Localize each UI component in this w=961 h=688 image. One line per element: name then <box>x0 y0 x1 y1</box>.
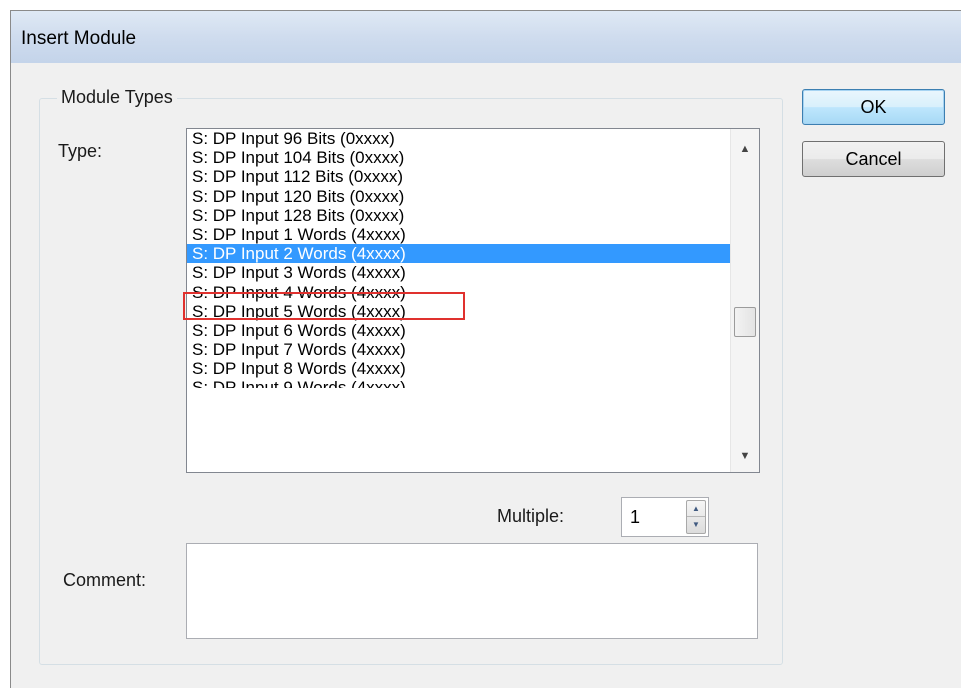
insert-module-dialog: Insert Module Module Types Type: S: DP I… <box>10 10 961 688</box>
comment-label: Comment: <box>63 570 147 590</box>
scroll-up-arrow-icon[interactable]: ▲ <box>731 137 759 161</box>
cancel-button[interactable]: Cancel <box>802 141 945 177</box>
type-list-item[interactable]: S: DP Input 9 Words (4xxxx) <box>187 378 730 388</box>
type-list-item[interactable]: S: DP Input 8 Words (4xxxx) <box>187 359 730 378</box>
selection-highlight-box <box>183 292 465 320</box>
type-list-item[interactable]: S: DP Input 112 Bits (0xxxx) <box>187 167 730 186</box>
spin-down-arrow-icon[interactable]: ▼ <box>687 517 705 532</box>
type-list-item[interactable]: S: DP Input 1 Words (4xxxx) <box>187 225 730 244</box>
window-title: Insert Module <box>21 28 137 49</box>
type-list-items: S: DP Input 96 Bits (0xxxx) S: DP Input 1… <box>187 129 730 388</box>
type-label: Type: <box>58 141 103 161</box>
comment-textarea[interactable] <box>186 543 758 639</box>
type-list-item[interactable]: S: DP Input 104 Bits (0xxxx) <box>187 148 730 167</box>
type-list-item[interactable]: S: DP Input 2 Words (4xxxx) <box>187 244 730 264</box>
multiple-spin-buttons[interactable]: ▲ ▼ <box>686 500 706 534</box>
type-list-item[interactable]: S: DP Input 96 Bits (0xxxx) <box>187 129 730 148</box>
vertical-scrollbar[interactable]: ▲ ▼ <box>730 129 759 472</box>
spin-up-arrow-icon[interactable]: ▲ <box>687 501 705 517</box>
type-list-item[interactable]: S: DP Input 3 Words (4xxxx) <box>187 263 730 282</box>
type-list-item[interactable]: S: DP Input 6 Words (4xxxx) <box>187 321 730 340</box>
scroll-down-arrow-icon[interactable]: ▼ <box>731 444 759 468</box>
type-list-item[interactable]: S: DP Input 120 Bits (0xxxx) <box>187 187 730 206</box>
multiple-value[interactable]: 1 <box>630 507 640 528</box>
multiple-label: Multiple: <box>497 506 565 526</box>
scroll-thumb[interactable] <box>734 307 756 337</box>
title-bar[interactable]: Insert Module <box>11 11 961 63</box>
multiple-spin-field[interactable]: 1 ▲ ▼ <box>621 497 709 537</box>
type-list-item[interactable]: S: DP Input 128 Bits (0xxxx) <box>187 206 730 225</box>
module-types-group-label: Module Types <box>57 87 177 108</box>
ok-button[interactable]: OK <box>802 89 945 125</box>
type-list-item[interactable]: S: DP Input 7 Words (4xxxx) <box>187 340 730 359</box>
